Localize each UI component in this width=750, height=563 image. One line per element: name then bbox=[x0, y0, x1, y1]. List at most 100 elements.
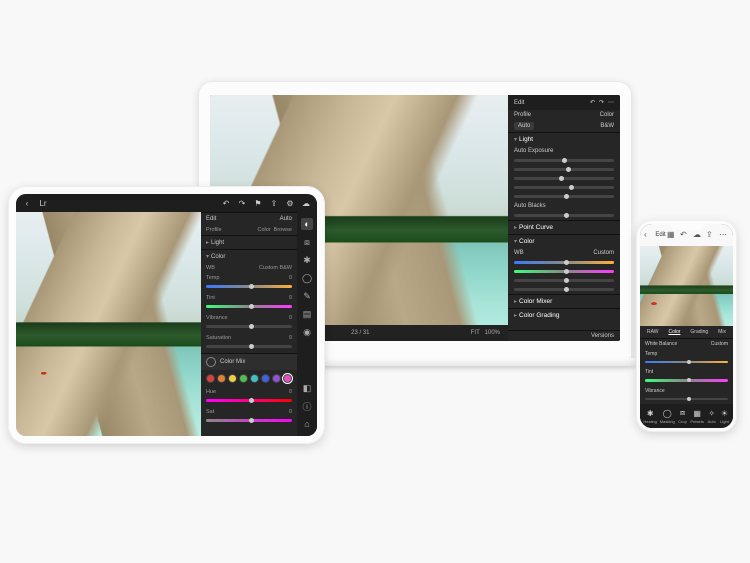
tab-grading[interactable]: Grading bbox=[690, 329, 708, 335]
temp-slider[interactable] bbox=[206, 285, 292, 288]
bw-toggle[interactable]: B&W bbox=[279, 265, 292, 271]
blacks-slider[interactable] bbox=[514, 214, 614, 217]
tablet-viewport[interactable] bbox=[16, 212, 201, 436]
mask-icon: ◯ bbox=[662, 408, 672, 418]
radial-tool-icon[interactable]: ◉ bbox=[301, 326, 313, 338]
wb-value[interactable]: Custom bbox=[711, 341, 728, 347]
vibrance-slider[interactable] bbox=[645, 398, 728, 401]
section-color-mixer[interactable]: Color Mixer bbox=[508, 294, 620, 308]
auto-button[interactable]: Auto bbox=[280, 216, 292, 222]
share-icon[interactable]: ⇪ bbox=[706, 230, 716, 240]
healing-tool-icon[interactable]: ✱ bbox=[301, 254, 313, 266]
filmstrip-icon[interactable]: ▦ bbox=[667, 230, 677, 240]
shadows-slider[interactable] bbox=[514, 186, 614, 189]
saturation-label: Saturation bbox=[206, 335, 231, 341]
browse-button[interactable]: Browse bbox=[274, 227, 292, 233]
zoom-level[interactable]: 100% bbox=[485, 330, 500, 336]
temp-slider[interactable] bbox=[645, 361, 728, 364]
tint-slider[interactable] bbox=[514, 270, 614, 273]
info-icon[interactable]: ⓘ bbox=[301, 400, 313, 412]
color-swatch-2[interactable] bbox=[228, 374, 237, 383]
profile-value[interactable]: Color bbox=[258, 227, 271, 233]
settings-icon[interactable]: ⚙ bbox=[285, 198, 295, 208]
contrast-slider[interactable] bbox=[514, 168, 614, 171]
undo-icon[interactable]: ↶ bbox=[221, 198, 231, 208]
share-icon[interactable]: ⇪ bbox=[269, 198, 279, 208]
mask-tool-icon[interactable]: ◯ bbox=[301, 272, 313, 284]
auto-blacks-label: Auto Blacks bbox=[514, 203, 546, 209]
phone-notch bbox=[670, 224, 704, 230]
color-swatch-4[interactable] bbox=[250, 374, 259, 383]
healing-tool[interactable]: ✱Healing bbox=[643, 408, 657, 424]
mode-label[interactable]: Edit bbox=[655, 232, 665, 238]
highlights-slider[interactable] bbox=[514, 177, 614, 180]
undo-icon[interactable]: ↶ bbox=[680, 230, 690, 240]
tint-label: Tint bbox=[645, 369, 653, 375]
exposure-slider[interactable] bbox=[514, 159, 614, 162]
redo-icon[interactable]: ↷ bbox=[237, 198, 247, 208]
phone-viewport[interactable] bbox=[640, 246, 733, 326]
tab-raw[interactable]: RAW bbox=[647, 329, 658, 335]
tablet-edit-panel: Edit Auto Profile Color Browse Light Col… bbox=[201, 212, 297, 436]
profile-value[interactable]: Color bbox=[600, 112, 614, 118]
whites-slider[interactable] bbox=[514, 195, 614, 198]
auto-tool[interactable]: ✧Auto bbox=[707, 408, 717, 424]
crop-tool-icon[interactable]: ⧈ bbox=[301, 236, 313, 248]
brush-tool-icon[interactable]: ✎ bbox=[301, 290, 313, 302]
crop-tool[interactable]: ⧈Crop bbox=[678, 408, 688, 424]
bw-button[interactable]: B&W bbox=[600, 123, 614, 129]
more-icon[interactable]: ⋯ bbox=[608, 99, 614, 106]
saturation-slider[interactable] bbox=[514, 288, 614, 291]
panel-title: Edit bbox=[514, 100, 524, 106]
versions-button[interactable]: Versions bbox=[591, 333, 614, 339]
redo-icon[interactable]: ↷ bbox=[599, 99, 604, 106]
color-mix-swatches bbox=[201, 370, 297, 387]
color-swatch-3[interactable] bbox=[239, 374, 248, 383]
mix-sat-slider[interactable] bbox=[206, 419, 292, 422]
tint-slider[interactable] bbox=[206, 305, 292, 308]
hue-slider[interactable] bbox=[206, 399, 292, 402]
back-icon[interactable]: ‹ bbox=[22, 198, 32, 208]
target-icon[interactable] bbox=[206, 357, 216, 367]
vibrance-slider[interactable] bbox=[514, 279, 614, 282]
wb-value[interactable]: Custom bbox=[593, 250, 614, 256]
masking-tool[interactable]: ◯Masking bbox=[660, 408, 675, 424]
tab-color[interactable]: Color bbox=[668, 329, 680, 335]
presets-tool[interactable]: ▦Presets bbox=[690, 408, 704, 424]
auto-button[interactable]: Auto bbox=[514, 122, 534, 130]
temp-slider[interactable] bbox=[514, 261, 614, 264]
cloud-icon[interactable]: ☁ bbox=[693, 230, 703, 240]
more-icon[interactable]: ⋯ bbox=[719, 230, 729, 240]
color-swatch-6[interactable] bbox=[272, 374, 281, 383]
section-color[interactable]: Color bbox=[508, 234, 620, 248]
flag-icon[interactable]: ⚑ bbox=[253, 198, 263, 208]
section-color-grading[interactable]: Color Grading bbox=[508, 308, 620, 322]
temp-value: 0 bbox=[289, 275, 292, 281]
section-point-curve[interactable]: Point Curve bbox=[508, 220, 620, 234]
gradient-tool-icon[interactable]: ▤ bbox=[301, 308, 313, 320]
wb-value[interactable]: Custom bbox=[259, 265, 278, 271]
tag-icon[interactable]: ⌂ bbox=[301, 418, 313, 430]
tablet-topbar: ‹ Lr ↶ ↷ ⚑ ⇪ ⚙ ☁ bbox=[16, 194, 317, 212]
tint-slider[interactable] bbox=[645, 379, 728, 382]
saturation-slider[interactable] bbox=[206, 345, 292, 348]
color-swatch-7[interactable] bbox=[283, 374, 292, 383]
color-swatch-1[interactable] bbox=[217, 374, 226, 383]
vibrance-label: Vibrance bbox=[645, 388, 665, 394]
vibrance-slider[interactable] bbox=[206, 325, 292, 328]
section-light[interactable]: Light bbox=[508, 132, 620, 146]
tab-mix[interactable]: Mix bbox=[718, 329, 726, 335]
color-swatch-5[interactable] bbox=[261, 374, 270, 383]
tablet-device: ‹ Lr ↶ ↷ ⚑ ⇪ ⚙ ☁ Edit Auto bbox=[8, 186, 325, 444]
back-icon[interactable]: ‹ bbox=[644, 230, 654, 240]
color-swatch-0[interactable] bbox=[206, 374, 215, 383]
cloud-icon[interactable]: ☁ bbox=[301, 198, 311, 208]
light-tool[interactable]: ☀Light bbox=[720, 408, 730, 424]
fit-button[interactable]: FIT bbox=[471, 330, 480, 336]
undo-icon[interactable]: ↶ bbox=[590, 99, 595, 106]
color-mix-label[interactable]: Color Mix bbox=[220, 359, 245, 365]
section-light[interactable]: Light bbox=[201, 235, 297, 249]
section-color[interactable]: Color bbox=[201, 249, 297, 263]
compare-icon[interactable]: ◧ bbox=[301, 382, 313, 394]
adjust-tool-icon[interactable]: ◐ bbox=[301, 218, 313, 230]
